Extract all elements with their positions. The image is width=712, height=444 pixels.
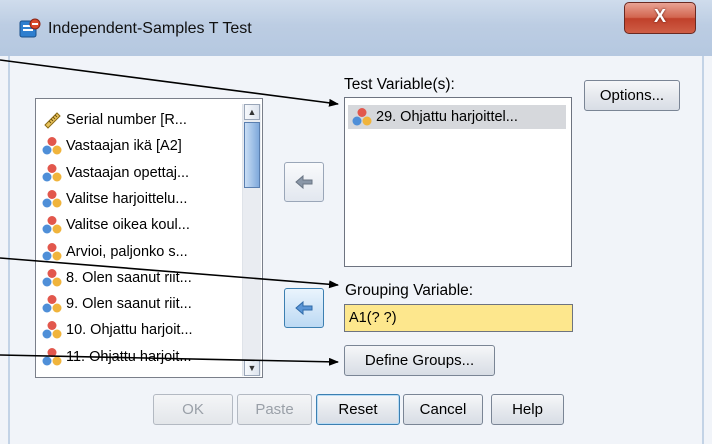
pointer-arrow-test-variables xyxy=(0,59,339,107)
annotation-arrows xyxy=(0,59,339,366)
pointer-arrow-grouping-variable xyxy=(0,257,339,289)
pointer-arrow-define-groups xyxy=(0,354,339,366)
